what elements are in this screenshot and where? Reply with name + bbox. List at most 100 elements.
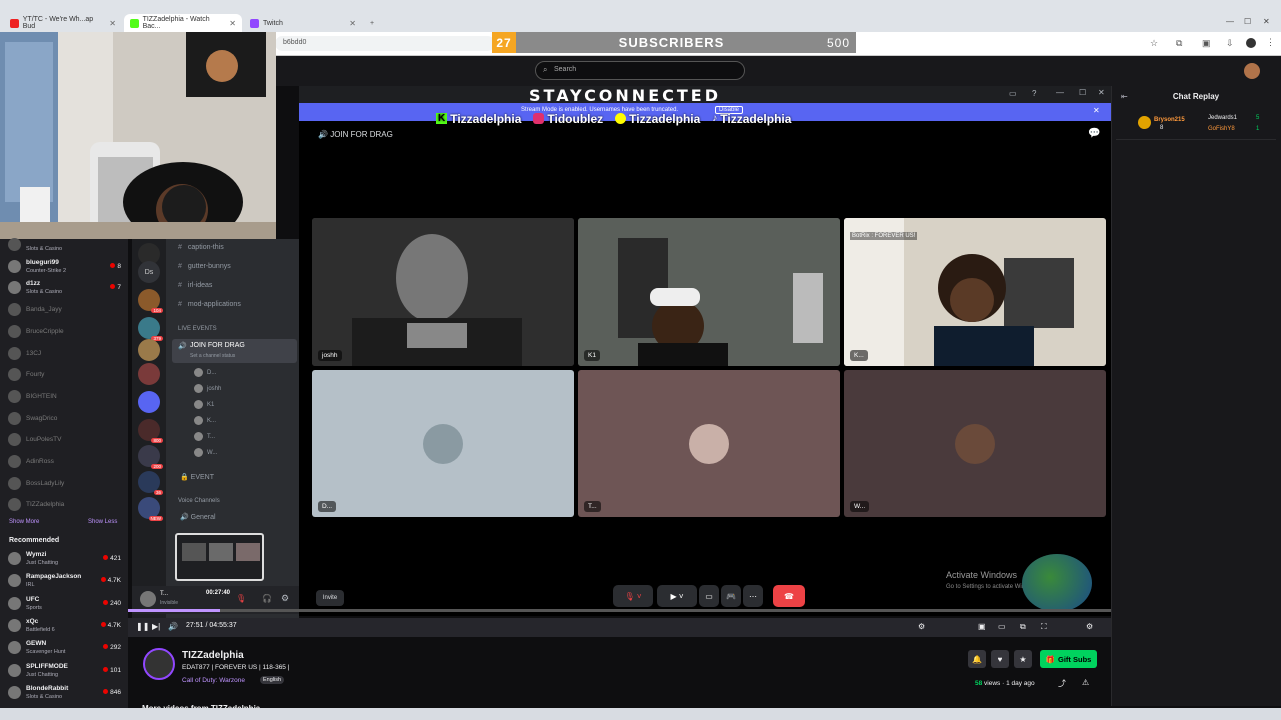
star-icon[interactable]: ☆ bbox=[1150, 38, 1158, 49]
report-icon[interactable]: ⚠ bbox=[1082, 678, 1089, 687]
sidebar-channel[interactable]: xQc Battlefield 6 4.7K bbox=[8, 616, 123, 636]
server-icon[interactable]: 379 bbox=[138, 317, 163, 341]
channel-avatar[interactable] bbox=[143, 648, 175, 680]
invite-button[interactable]: Invite bbox=[316, 590, 344, 606]
maximize-icon[interactable]: ☐ bbox=[1244, 17, 1251, 26]
sidebar-channel[interactable]: AdinRoss bbox=[8, 452, 123, 472]
browser-tab[interactable]: YT/TC - We're Wh...ap Bud ✕ bbox=[4, 14, 122, 32]
browser-tab-active[interactable]: TIZZadelphia - Watch Bac... ✕ bbox=[124, 14, 242, 32]
voice-channel-join-for-drag[interactable]: 🔊 JOIN FOR DRAG Set a channel status bbox=[172, 339, 297, 363]
sidebar-channel[interactable]: Banda_Jayy bbox=[8, 300, 123, 320]
video-tile[interactable]: joshh bbox=[312, 218, 574, 366]
sidebar-channel[interactable]: d1zz Slots & Casino 7 bbox=[8, 278, 123, 298]
close-icon[interactable]: ✕ bbox=[349, 19, 356, 28]
server-icon[interactable]: 200 bbox=[138, 445, 163, 469]
sidebar-channel[interactable]: UFC Sports 240 bbox=[8, 594, 123, 614]
video-tile[interactable]: D... bbox=[312, 370, 574, 517]
maximize-icon[interactable]: ☐ bbox=[1079, 88, 1086, 97]
channel-irl-ideas[interactable]: irl-ideas bbox=[178, 282, 213, 289]
sidebar-channel[interactable]: Slots & Casino bbox=[8, 235, 123, 255]
minimize-icon[interactable]: — bbox=[1056, 88, 1064, 97]
server-icon[interactable]: 800 bbox=[138, 419, 163, 443]
camera-button[interactable]: ▶ ˅ bbox=[657, 585, 697, 607]
sidebar-icon[interactable]: ▣ bbox=[1202, 38, 1211, 49]
menu-icon[interactable]: ⋮ bbox=[1266, 37, 1275, 48]
server-folder-icon[interactable] bbox=[138, 391, 160, 413]
clip-icon[interactable]: ▣ bbox=[978, 622, 986, 631]
heart-icon[interactable]: ♥ bbox=[991, 650, 1009, 668]
gift-subs-button[interactable]: 🎁 Gift Subs bbox=[1040, 650, 1097, 668]
download-icon[interactable]: ⇩ bbox=[1226, 38, 1234, 49]
show-less-link[interactable]: Show Less bbox=[88, 519, 117, 525]
sidebar-channel[interactable]: BlondeRabbit Slots & Casino 846 bbox=[8, 683, 123, 703]
language-tag[interactable]: English bbox=[260, 676, 285, 684]
sidebar-channel[interactable]: TIZZadelphia bbox=[8, 495, 123, 515]
sidebar-channel[interactable]: GEWN Scavenger Hunt 292 bbox=[8, 638, 123, 658]
channel-mod-applications[interactable]: mod-applications bbox=[178, 301, 241, 308]
close-icon[interactable]: ✕ bbox=[1093, 106, 1100, 115]
voice-user[interactable]: K1 bbox=[194, 400, 214, 409]
chat-bubble-icon[interactable]: 💬 bbox=[1088, 128, 1100, 139]
video-tile[interactable]: T... bbox=[578, 370, 840, 517]
settings-icon[interactable]: ⚙ bbox=[918, 622, 925, 631]
help-icon[interactable]: ? bbox=[1032, 89, 1036, 98]
voice-channels-heading[interactable]: Voice Channels bbox=[178, 498, 220, 504]
voice-user[interactable]: K... bbox=[194, 416, 216, 425]
minimize-icon[interactable]: — bbox=[1226, 17, 1234, 26]
event-channel[interactable]: 🔒 EVENT bbox=[180, 473, 214, 481]
sidebar-channel[interactable]: Wymzi Just Chatting 421 bbox=[8, 549, 123, 569]
inbox-icon[interactable]: ▭ bbox=[1009, 89, 1017, 98]
voice-user[interactable]: joshh bbox=[194, 384, 221, 393]
server-icon[interactable] bbox=[138, 363, 160, 385]
voice-user[interactable]: W... bbox=[194, 448, 217, 457]
general-voice-channel[interactable]: 🔊 General bbox=[180, 513, 216, 521]
popout-preview[interactable] bbox=[175, 533, 264, 581]
url-field[interactable]: b6bdd0 bbox=[275, 36, 495, 51]
server-icon[interactable]: NEW bbox=[138, 497, 163, 521]
mic-muted-button[interactable]: 🎙 ˅ bbox=[613, 585, 653, 607]
server-icon[interactable]: 104 bbox=[138, 289, 163, 313]
volume-icon[interactable]: 🔊 bbox=[168, 622, 178, 631]
sidebar-channel[interactable]: Fourty bbox=[8, 365, 123, 385]
server-icon-ds[interactable]: Ds bbox=[138, 261, 160, 283]
channel-gutter-bunnys[interactable]: gutter-bunnys bbox=[178, 263, 231, 270]
show-more-link[interactable]: Show More bbox=[9, 519, 39, 525]
video-tile[interactable]: BotRix : FOREVER US! K... bbox=[844, 218, 1106, 366]
settings-icon[interactable]: ⚙ bbox=[281, 593, 289, 604]
skip-icon[interactable]: ▶| bbox=[152, 622, 160, 631]
extensions-icon[interactable]: ⧉ bbox=[1176, 38, 1182, 49]
game-link[interactable]: Call of Duty: Warzone bbox=[182, 677, 245, 684]
share-icon[interactable]: ⤴ bbox=[1058, 678, 1066, 689]
close-icon[interactable]: ✕ bbox=[1098, 88, 1105, 97]
browser-tab[interactable]: Twitch ✕ bbox=[244, 14, 362, 32]
headset-icon[interactable]: 🎧 bbox=[262, 594, 272, 603]
avatar[interactable] bbox=[140, 591, 156, 607]
hang-up-button[interactable]: ☎ bbox=[773, 585, 805, 607]
search-input[interactable]: ⌕ Search bbox=[535, 61, 745, 80]
voice-user[interactable]: D... bbox=[194, 368, 216, 377]
sidebar-channel[interactable]: SwagDrico bbox=[8, 409, 123, 429]
sidebar-channel[interactable]: blueguri99 Counter-Strike 28 bbox=[8, 257, 123, 277]
sidebar-channel[interactable]: BruceCripple bbox=[8, 322, 123, 342]
close-icon[interactable]: ✕ bbox=[109, 19, 116, 28]
gear-icon[interactable]: ⚙ bbox=[1086, 622, 1093, 631]
sidebar-channel[interactable]: RampageJackson IRL 4.7K bbox=[8, 571, 123, 591]
mic-muted-icon[interactable]: 🎙 bbox=[236, 594, 246, 603]
voice-user[interactable]: T... bbox=[194, 432, 215, 441]
activity-icon[interactable]: 🎮 bbox=[721, 585, 741, 607]
sidebar-channel[interactable]: 13CJ bbox=[8, 344, 123, 364]
sidebar-channel[interactable]: BIGHTEIN bbox=[8, 387, 123, 407]
video-progress-track[interactable] bbox=[128, 609, 1111, 612]
sidebar-channel[interactable]: BossLadyLily bbox=[8, 474, 123, 494]
screen-share-icon[interactable]: ▭ bbox=[699, 585, 719, 607]
sidebar-channel[interactable]: SPLIFFMODE Just Chatting 101 bbox=[8, 661, 123, 681]
video-tile[interactable]: K1 bbox=[578, 218, 840, 366]
new-tab-button[interactable]: + bbox=[364, 14, 380, 32]
pause-icon[interactable]: ❚❚ bbox=[136, 622, 149, 631]
pip-icon[interactable]: ⧉ bbox=[1020, 622, 1026, 632]
fullscreen-icon[interactable]: ⛶ bbox=[1041, 622, 1047, 632]
user-avatar[interactable] bbox=[1244, 63, 1260, 79]
notification-bell-icon[interactable]: 🔔 bbox=[968, 650, 986, 668]
server-icon[interactable] bbox=[138, 339, 160, 361]
live-events-heading[interactable]: LIVE EVENTS bbox=[178, 326, 217, 332]
